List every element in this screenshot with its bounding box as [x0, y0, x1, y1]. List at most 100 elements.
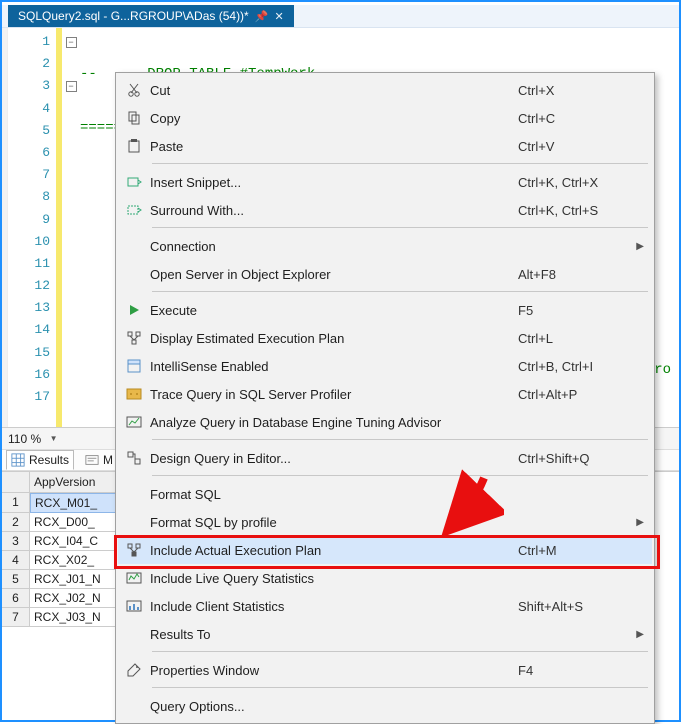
menu-item-include-live-query-statistics[interactable]: Include Live Query Statistics: [118, 564, 652, 592]
menu-item-trace-query-in-sql-server-profiler[interactable]: Trace Query in SQL Server ProfilerCtrl+A…: [118, 380, 652, 408]
chevron-down-icon[interactable]: ▼: [47, 432, 60, 445]
table-cell[interactable]: RCX_J01_N: [30, 570, 118, 589]
menu-item-properties-window[interactable]: Properties WindowF4: [118, 656, 652, 684]
paste-icon: [118, 138, 150, 154]
line-number: 3: [8, 75, 50, 97]
menu-item-connection[interactable]: Connection▶: [118, 232, 652, 260]
line-number: 15: [8, 342, 50, 364]
line-number: 1: [8, 31, 50, 53]
menu-item-label: Display Estimated Execution Plan: [150, 331, 518, 346]
execute-icon: [118, 302, 150, 318]
menu-item-query-options[interactable]: Query Options...: [118, 692, 652, 720]
menu-item-shortcut: Shift+Alt+S: [518, 599, 628, 614]
clientstats-icon: [118, 598, 150, 614]
menu-item-intellisense-enabled[interactable]: IntelliSense EnabledCtrl+B, Ctrl+I: [118, 352, 652, 380]
menu-separator: [118, 436, 652, 444]
menu-item-format-sql[interactable]: Format SQL: [118, 480, 652, 508]
menu-item-label: Query Options...: [150, 699, 628, 714]
grid-icon: [11, 453, 25, 467]
menu-item-include-actual-execution-plan[interactable]: Include Actual Execution PlanCtrl+M: [118, 536, 652, 564]
menu-item-label: Insert Snippet...: [150, 175, 518, 190]
line-number: 7: [8, 164, 50, 186]
menu-item-open-server-in-object-explorer[interactable]: Open Server in Object ExplorerAlt+F8: [118, 260, 652, 288]
fold-gutter: − −: [62, 28, 80, 427]
menu-item-shortcut: F4: [518, 663, 628, 678]
menu-item-label: IntelliSense Enabled: [150, 359, 518, 374]
line-number: 17: [8, 386, 50, 408]
fold-toggle-icon[interactable]: −: [66, 37, 77, 48]
menu-item-format-sql-by-profile[interactable]: Format SQL by profile ▶: [118, 508, 652, 536]
menu-item-shortcut: Ctrl+M: [518, 543, 628, 558]
menu-item-label: Analyze Query in Database Engine Tuning …: [150, 415, 628, 430]
menu-item-insert-snippet[interactable]: Insert Snippet...Ctrl+K, Ctrl+X: [118, 168, 652, 196]
copy-icon: [118, 110, 150, 126]
table-cell[interactable]: RCX_D00_: [30, 513, 118, 532]
menu-item-label: Include Actual Execution Plan: [150, 543, 518, 558]
menu-separator: [118, 288, 652, 296]
row-header[interactable]: 6: [2, 589, 30, 608]
menu-item-analyze-query-in-database-engine-tuning-advisor[interactable]: Analyze Query in Database Engine Tuning …: [118, 408, 652, 436]
menu-separator: [118, 472, 652, 480]
row-header[interactable]: 3: [2, 532, 30, 551]
table-cell[interactable]: RCX_M01_: [30, 493, 118, 513]
line-number: 16: [8, 364, 50, 386]
table-cell[interactable]: RCX_I04_C: [30, 532, 118, 551]
menu-item-copy[interactable]: CopyCtrl+C: [118, 104, 652, 132]
row-header[interactable]: 2: [2, 513, 30, 532]
zoom-level[interactable]: 110 %: [8, 432, 41, 446]
menu-item-label: Format SQL: [150, 487, 628, 502]
line-number: 5: [8, 120, 50, 142]
line-number: 6: [8, 142, 50, 164]
grid-corner[interactable]: [2, 472, 30, 493]
menu-item-include-client-statistics[interactable]: Include Client StatisticsShift+Alt+S: [118, 592, 652, 620]
tab-messages[interactable]: M: [80, 450, 118, 470]
actualplan-icon: [118, 542, 150, 558]
menu-item-shortcut: Ctrl+V: [518, 139, 628, 154]
fold-toggle-icon[interactable]: −: [66, 81, 77, 92]
table-cell[interactable]: RCX_J03_N: [30, 608, 118, 627]
menu-item-label: Trace Query in SQL Server Profiler: [150, 387, 518, 402]
menu-separator: [118, 224, 652, 232]
menu-item-results-to[interactable]: Results To▶: [118, 620, 652, 648]
table-cell[interactable]: RCX_X02_: [30, 551, 118, 570]
chevron-right-icon: ▶: [636, 629, 644, 640]
menu-item-cut[interactable]: CutCtrl+X: [118, 76, 652, 104]
tab-title: SQLQuery2.sql - G...RGROUP\ADas (54))*: [18, 9, 249, 23]
line-number: 8: [8, 186, 50, 208]
menu-item-paste[interactable]: PasteCtrl+V: [118, 132, 652, 160]
line-number: 4: [8, 98, 50, 120]
pin-icon[interactable]: 📌: [255, 10, 269, 23]
intelli-icon: [118, 358, 150, 374]
cut-icon: [118, 82, 150, 98]
editor-tab[interactable]: SQLQuery2.sql - G...RGROUP\ADas (54))* 📌…: [8, 5, 294, 27]
menu-item-surround-with[interactable]: Surround With...Ctrl+K, Ctrl+S: [118, 196, 652, 224]
menu-item-label: Format SQL by profile: [150, 515, 628, 530]
row-header[interactable]: 7: [2, 608, 30, 627]
menu-item-shortcut: Ctrl+C: [518, 111, 628, 126]
row-header[interactable]: 1: [2, 493, 30, 513]
close-icon[interactable]: ✕: [274, 10, 283, 23]
livestats-icon: [118, 570, 150, 586]
line-number: 14: [8, 319, 50, 341]
tuning-icon: [118, 414, 150, 430]
context-menu: CutCtrl+XCopyCtrl+CPasteCtrl+V Insert Sni…: [115, 72, 655, 724]
tab-results[interactable]: Results: [6, 450, 74, 470]
profiler-icon: [118, 386, 150, 402]
messages-icon: [85, 453, 99, 467]
design-icon: [118, 450, 150, 466]
row-header[interactable]: 4: [2, 551, 30, 570]
menu-item-label: Connection: [150, 239, 628, 254]
menu-item-shortcut: Ctrl+Alt+P: [518, 387, 628, 402]
menu-item-display-estimated-execution-plan[interactable]: Display Estimated Execution PlanCtrl+L: [118, 324, 652, 352]
row-header[interactable]: 5: [2, 570, 30, 589]
menu-item-label: Include Live Query Statistics: [150, 571, 628, 586]
menu-item-design-query-in-editor[interactable]: Design Query in Editor...Ctrl+Shift+Q: [118, 444, 652, 472]
menu-item-execute[interactable]: ExecuteF5: [118, 296, 652, 324]
table-cell[interactable]: RCX_J02_N: [30, 589, 118, 608]
snippet-icon: [118, 174, 150, 190]
column-header[interactable]: AppVersion: [30, 472, 118, 493]
menu-item-label: Properties Window: [150, 663, 518, 678]
chevron-right-icon: ▶: [636, 517, 644, 528]
tab-label: Results: [29, 453, 69, 467]
menu-item-label: Open Server in Object Explorer: [150, 267, 518, 282]
